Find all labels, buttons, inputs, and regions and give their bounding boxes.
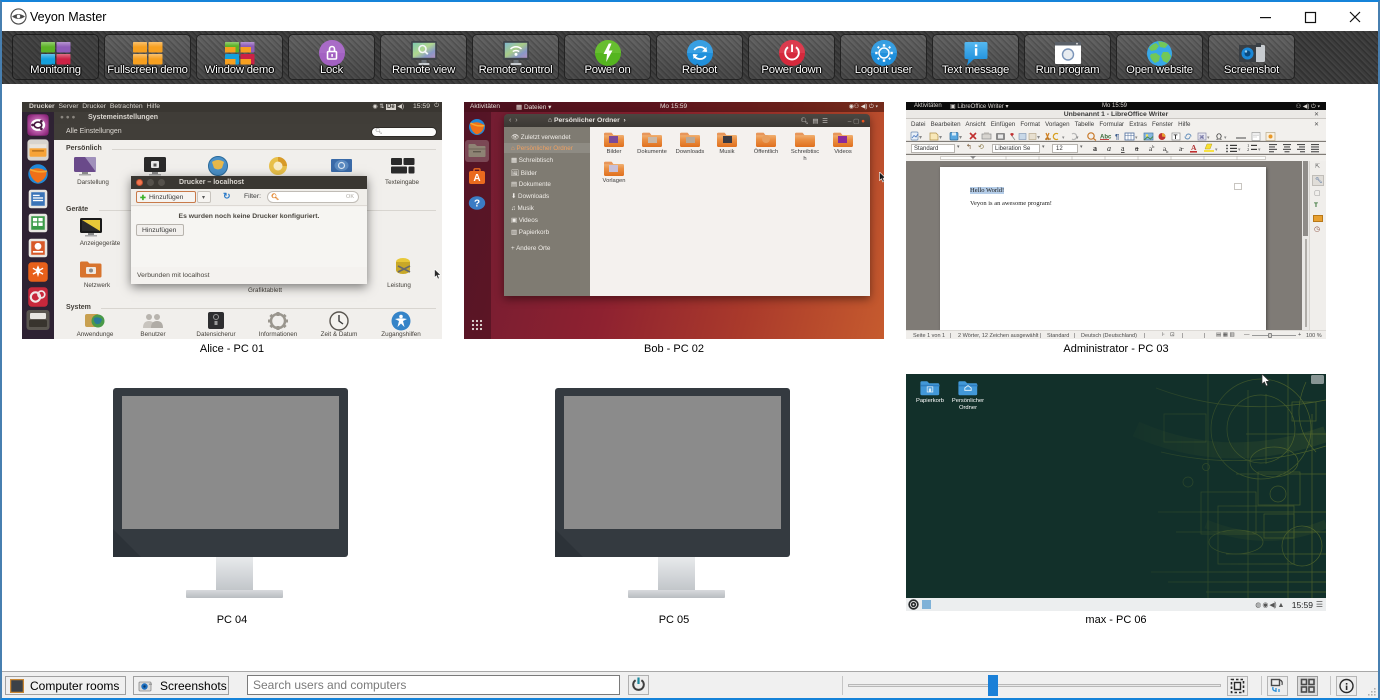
svg-text:ab: ab (1149, 144, 1155, 153)
svg-text:▾: ▾ (1238, 148, 1241, 153)
svg-text:▾: ▾ (1062, 135, 1065, 141)
svg-text:ab: ab (1163, 145, 1169, 154)
svg-text:▾: ▾ (1037, 135, 1040, 141)
svg-text:▾: ▾ (1215, 148, 1218, 153)
svg-text:▾: ▾ (959, 135, 962, 141)
svg-text:▾: ▾ (1258, 148, 1261, 153)
svg-text:▾: ▾ (1135, 135, 1138, 141)
svg-text:T: T (1174, 134, 1178, 141)
svg-text:2: 2 (1247, 147, 1249, 152)
svg-text:⌘: ⌘ (1199, 134, 1205, 141)
svg-text:▾: ▾ (919, 135, 922, 141)
svg-text:A: A (473, 173, 480, 184)
svg-text:a: a (1135, 144, 1139, 153)
svg-text:¶: ¶ (1115, 132, 1119, 141)
svg-text:a̶: a̶ (1179, 145, 1184, 153)
svg-text:a: a (1121, 144, 1125, 153)
svg-text:a: a (1107, 144, 1111, 153)
svg-text:a: a (1093, 144, 1097, 153)
svg-text:▾: ▾ (939, 135, 942, 141)
svg-text:▾: ▾ (1207, 135, 1210, 141)
svg-text:Ω: Ω (1216, 133, 1222, 142)
svg-text:?: ? (474, 199, 480, 210)
svg-text:▾: ▾ (1076, 135, 1079, 141)
svg-text:A: A (1191, 143, 1197, 152)
svg-text:▾: ▾ (1224, 135, 1227, 141)
